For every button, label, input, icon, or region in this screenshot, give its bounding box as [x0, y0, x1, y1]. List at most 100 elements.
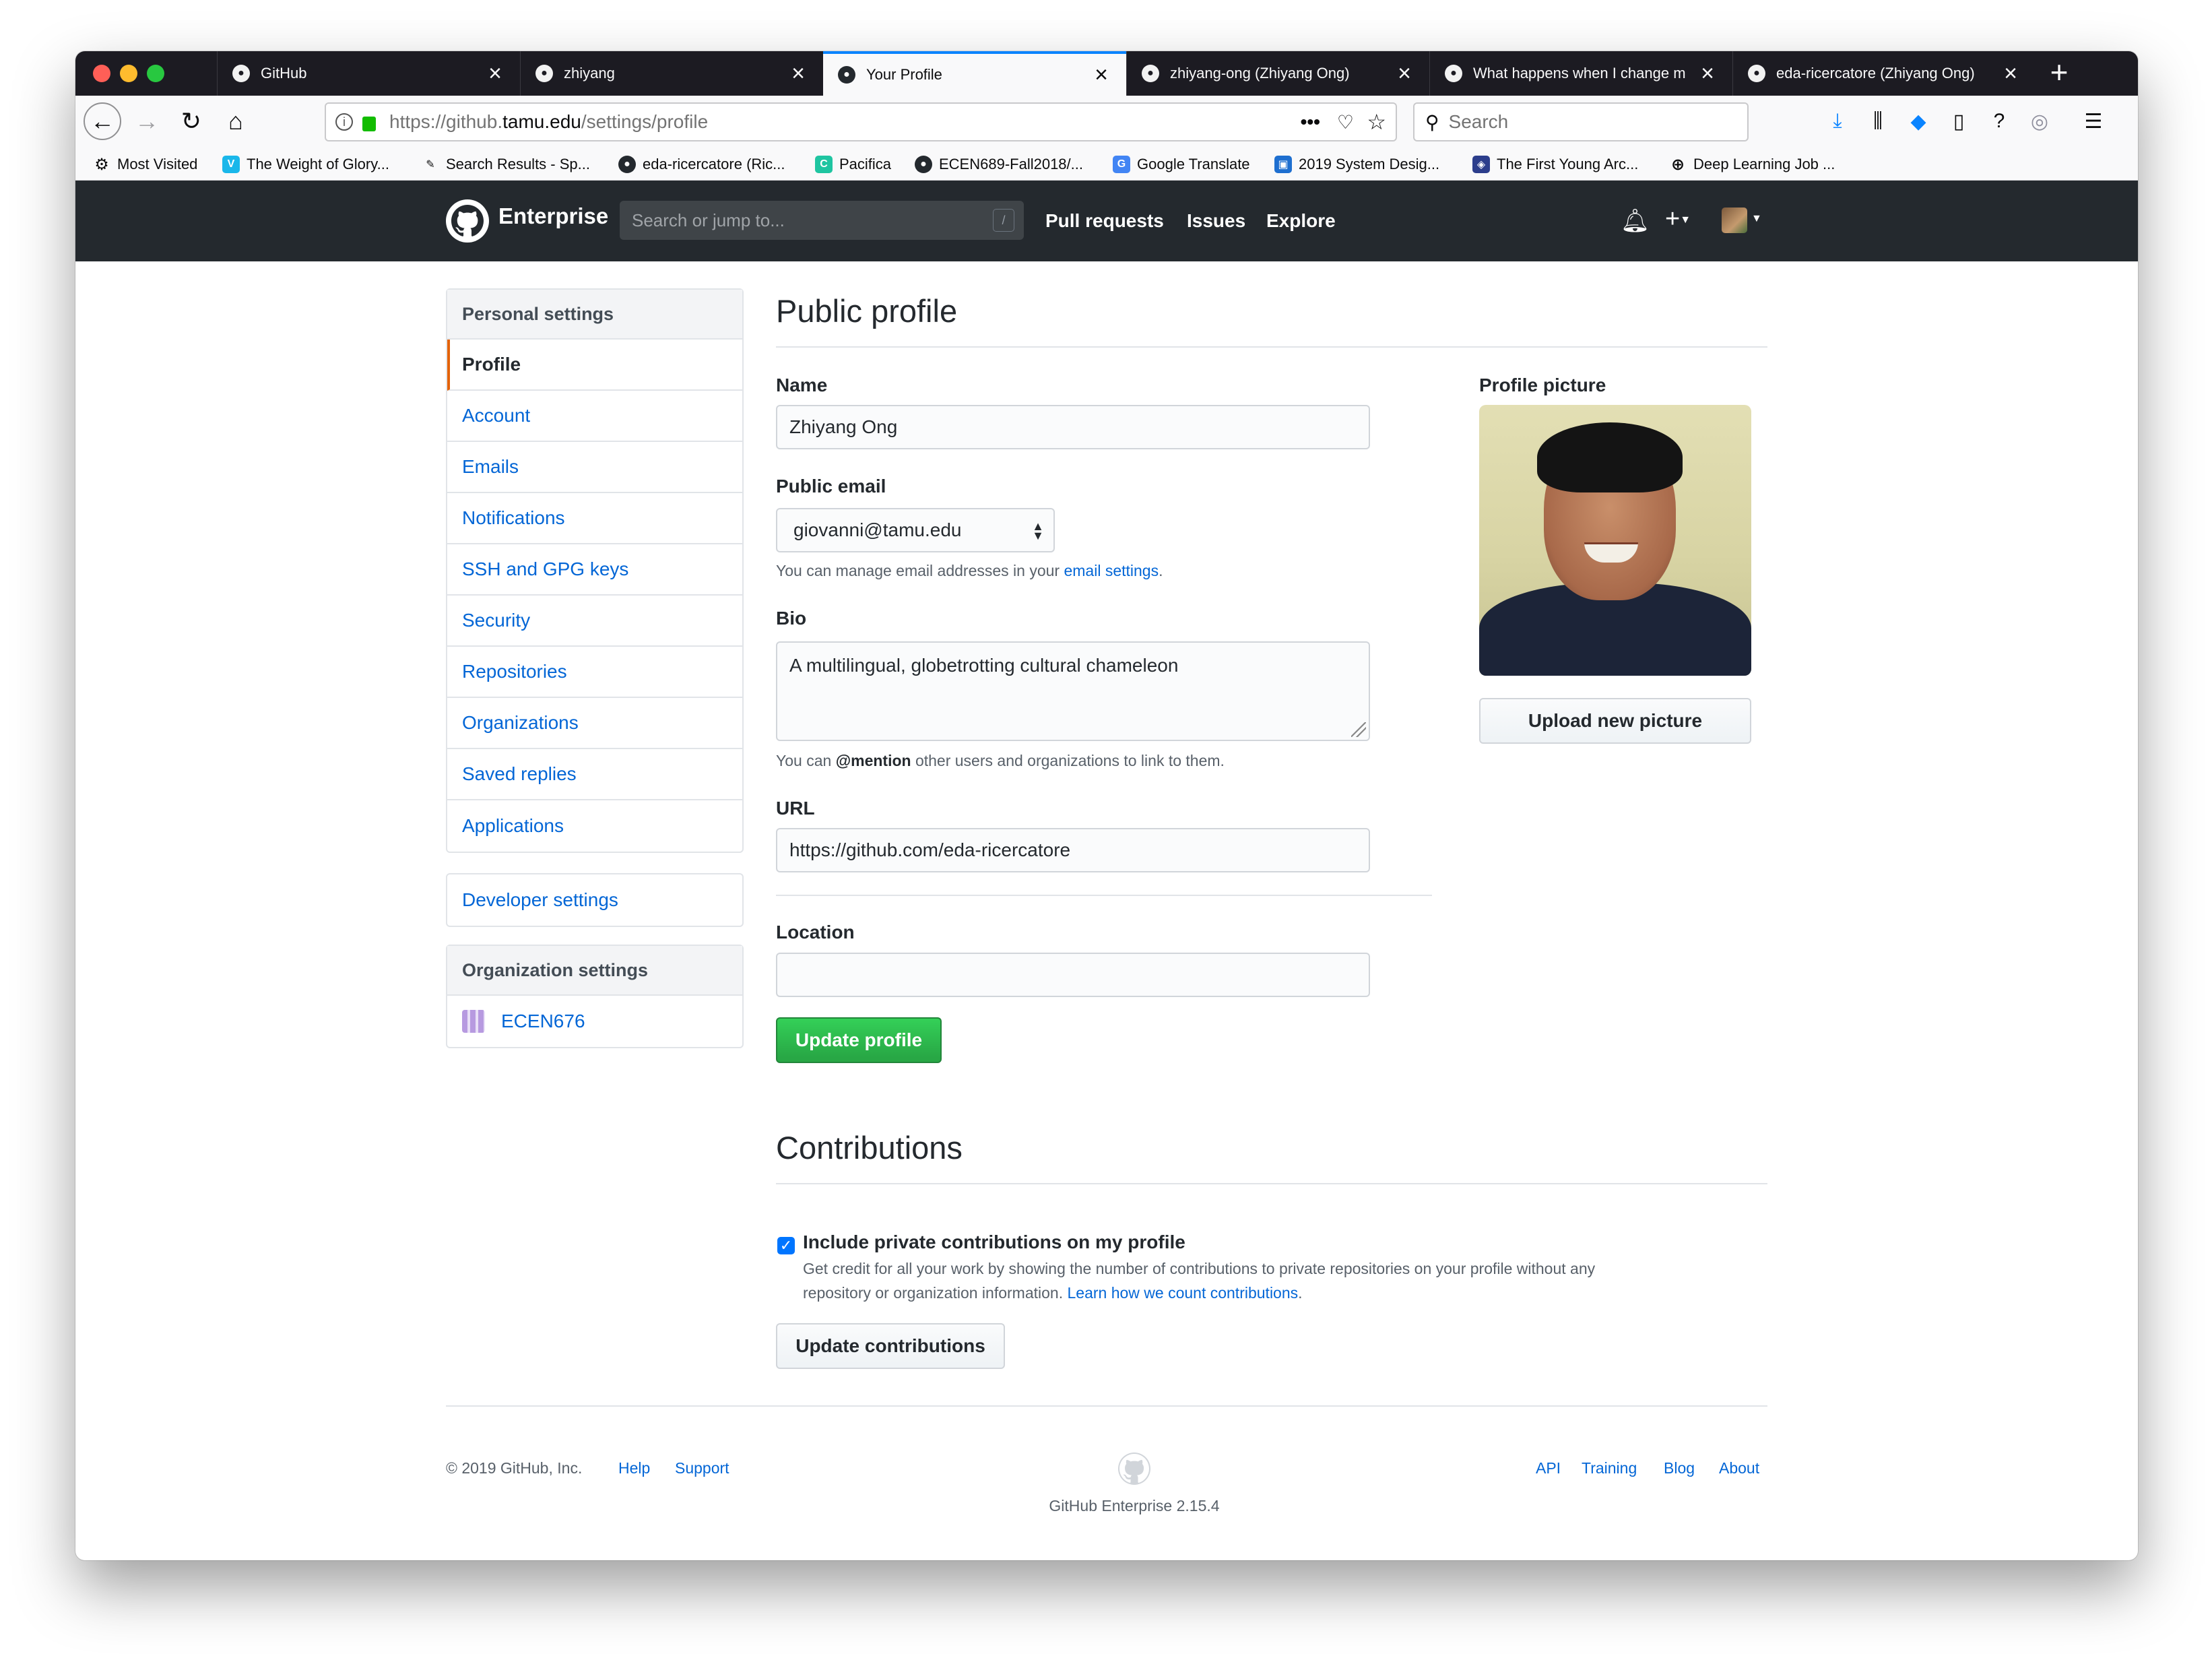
nav-pull-requests[interactable]: Pull requests — [1045, 210, 1164, 232]
sidebar-item-repositories[interactable]: Repositories — [447, 647, 742, 698]
forward-button[interactable]: → — [128, 102, 166, 140]
download-icon[interactable]: ⤓ — [1821, 105, 1854, 137]
nav-explore[interactable]: Explore — [1266, 210, 1336, 232]
email-settings-link[interactable]: email settings — [1064, 562, 1159, 579]
sidebar-item-notifications[interactable]: Notifications — [447, 493, 742, 544]
bookmark-star-icon[interactable]: ☆ — [1367, 109, 1386, 135]
close-icon[interactable]: × — [788, 62, 808, 85]
zoom-window-button[interactable] — [147, 65, 164, 82]
private-contributions-label[interactable]: Include private contributions on my prof… — [803, 1232, 1185, 1253]
sidebar-item-ssh-gpg-keys[interactable]: SSH and GPG keys — [447, 544, 742, 596]
reload-button[interactable]: ↻ — [172, 102, 210, 140]
sidebar-item-organizations[interactable]: Organizations — [447, 698, 742, 749]
bookmark-item[interactable]: ▣ 2019 System Desig... — [1274, 152, 1439, 177]
brand-label[interactable]: Enterprise — [498, 203, 608, 229]
footer-link-api[interactable]: API — [1536, 1459, 1561, 1477]
upload-picture-button[interactable]: Upload new picture — [1479, 698, 1751, 744]
minimize-window-button[interactable] — [120, 65, 137, 82]
url-field[interactable]: https://github.com/eda-ricercatore — [776, 828, 1370, 872]
close-icon[interactable]: × — [1091, 63, 1111, 86]
home-button[interactable]: ⌂ — [217, 102, 255, 140]
bookmark-item[interactable]: ● eda-ricercatore (Ric... — [618, 152, 785, 177]
personal-settings-header: Personal settings — [447, 290, 742, 340]
close-icon[interactable]: × — [1394, 62, 1414, 85]
sidebar-item-saved-replies[interactable]: Saved replies — [447, 749, 742, 800]
browser-tab[interactable]: ● GitHub × — [217, 51, 520, 96]
contributions-note-end: . — [1298, 1284, 1303, 1302]
name-value: Zhiyang Ong — [789, 416, 898, 437]
back-button[interactable]: ← — [84, 102, 121, 140]
location-field[interactable] — [776, 953, 1370, 997]
bookmark-item[interactable]: ⚙ Most Visited — [93, 152, 197, 177]
footer-link-help[interactable]: Help — [618, 1459, 650, 1477]
menu-icon[interactable]: ☰ — [2077, 105, 2110, 137]
bio-textarea[interactable]: A multilingual, globetrotting cultural c… — [776, 641, 1370, 741]
public-email-select[interactable]: giovanni@tamu.edu ▲ ▼ — [776, 508, 1055, 552]
help-icon[interactable]: ? — [1983, 105, 2015, 137]
close-icon[interactable]: × — [485, 62, 505, 85]
bell-icon[interactable]: 🔔︎ — [1621, 208, 1650, 234]
sidebar-item-developer-settings[interactable]: Developer settings — [447, 874, 742, 926]
page-actions-icon[interactable]: ••• — [1301, 111, 1320, 133]
pocket-icon[interactable]: ♡ — [1337, 111, 1354, 133]
sidebar-item-emails[interactable]: Emails — [447, 442, 742, 493]
name-label: Name — [776, 375, 828, 395]
bookmark-item[interactable]: ✎ Search Results - Sp... — [422, 152, 590, 177]
sidebar-item-security[interactable]: Security — [447, 596, 742, 647]
sidebar-item-account[interactable]: Account — [447, 391, 742, 442]
github-search-input[interactable]: Search or jump to... / — [620, 201, 1024, 240]
close-icon[interactable]: × — [1697, 62, 1718, 85]
update-contributions-button[interactable]: Update contributions — [776, 1323, 1005, 1369]
search-shortcut-key: / — [993, 209, 1014, 232]
new-tab-button[interactable]: + — [2042, 57, 2076, 90]
learn-contributions-link[interactable]: Learn how we count contributions — [1067, 1284, 1298, 1302]
address-bar[interactable]: i https://github. tamu.edu/settings/profi… — [325, 102, 1397, 141]
browser-tab[interactable]: ● eda-ricercatore (Zhiyang Ong) × — [1732, 51, 2036, 96]
close-window-button[interactable] — [93, 65, 110, 82]
browser-tab-active[interactable]: ● Your Profile × — [823, 51, 1126, 96]
github-logo-icon[interactable] — [446, 199, 489, 243]
private-contributions-checkbox[interactable]: ✓ — [777, 1237, 795, 1254]
divider — [776, 346, 1767, 348]
bookmark-label: eda-ricercatore (Ric... — [643, 156, 785, 172]
create-new-menu[interactable]: +▼ — [1665, 205, 1691, 234]
footer-link-about[interactable]: About — [1719, 1459, 1759, 1477]
browser-tab[interactable]: ● zhiyang × — [520, 51, 823, 96]
sidebar-icon[interactable]: ▯ — [1943, 105, 1975, 137]
bookmark-item[interactable]: ⊕ Deep Learning Job ... — [1669, 152, 1835, 177]
footer-link-blog[interactable]: Blog — [1664, 1459, 1695, 1477]
footer-link-training[interactable]: Training — [1582, 1459, 1637, 1477]
name-field[interactable]: Zhiyang Ong — [776, 405, 1370, 449]
organization-settings-header: Organization settings — [447, 946, 742, 996]
pacifica-icon: C — [815, 156, 833, 173]
footer-link-support[interactable]: Support — [675, 1459, 729, 1477]
github-footer-logo-icon[interactable] — [1118, 1452, 1150, 1485]
update-profile-button[interactable]: Update profile — [776, 1017, 942, 1063]
public-email-label: Public email — [776, 476, 886, 497]
sidebar-item-org-ecen676[interactable]: ECEN676 — [447, 996, 742, 1047]
browser-tab[interactable]: ● zhiyang-ong (Zhiyang Ong) × — [1126, 51, 1429, 96]
resize-handle-icon[interactable] — [1351, 722, 1366, 737]
tab-title: GitHub — [261, 65, 307, 82]
browser-tab[interactable]: ● What happens when I change m × — [1429, 51, 1732, 96]
sidebar-item-profile[interactable]: Profile — [447, 340, 742, 391]
bookmark-item[interactable]: V The Weight of Glory... — [222, 152, 389, 177]
nav-issues[interactable]: Issues — [1187, 210, 1245, 232]
info-icon[interactable]: i — [335, 113, 353, 131]
search-engine-icon[interactable]: ⚲ — [1425, 111, 1439, 133]
account-icon[interactable]: ◎ — [2023, 105, 2056, 137]
avatar[interactable] — [1722, 208, 1747, 233]
bio-note-end: other users and organizations to link to… — [911, 752, 1225, 769]
bookmark-label: ECEN689-Fall2018/... — [939, 156, 1083, 172]
chevron-down-icon[interactable]: ▼ — [1751, 213, 1762, 225]
sidebar-item-applications[interactable]: Applications — [447, 800, 742, 852]
bio-value: A multilingual, globetrotting cultural c… — [789, 655, 1179, 676]
browser-search-input[interactable]: ⚲ Search — [1413, 102, 1749, 141]
close-icon[interactable]: × — [2000, 62, 2021, 85]
extension-icon[interactable]: ◆ — [1902, 105, 1934, 137]
bookmark-item[interactable]: ● ECEN689-Fall2018/... — [915, 152, 1083, 177]
bookmark-item[interactable]: G Google Translate — [1113, 152, 1250, 177]
bookmark-item[interactable]: ◈ The First Young Arc... — [1472, 152, 1638, 177]
library-icon[interactable]: ⫼ — [1862, 105, 1894, 137]
bookmark-item[interactable]: C Pacifica — [815, 152, 891, 177]
